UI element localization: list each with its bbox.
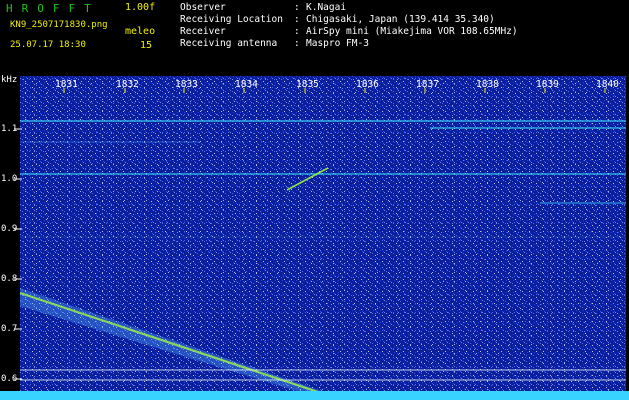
x-tick-label: 1837 xyxy=(416,79,439,90)
y-tick-label: 0.8 xyxy=(1,274,18,284)
spectrogram-overlay xyxy=(14,76,626,394)
x-tick-label: 1840 xyxy=(596,79,619,90)
x-tick-label: 1835 xyxy=(296,79,319,90)
bottom-signal-strip xyxy=(0,391,629,400)
y-tick-label: 1.0 xyxy=(1,174,18,184)
x-tick-label: 1832 xyxy=(116,79,139,90)
x-tick-label: 1839 xyxy=(536,79,559,90)
y-tick-label: 0.9 xyxy=(1,224,18,234)
y-axis-unit: kHz xyxy=(1,75,18,85)
x-tick-label: 1836 xyxy=(356,79,379,90)
x-tick-label: 1831 xyxy=(55,79,78,90)
y-tick-label: 0.7 xyxy=(1,324,18,334)
x-tick-label: 1838 xyxy=(476,79,499,90)
noise-layer-2 xyxy=(20,76,626,392)
y-tick-label: 0.6 xyxy=(1,374,18,384)
y-tick-label: 1.1 xyxy=(1,124,18,134)
x-tick-label: 1834 xyxy=(235,79,258,90)
x-tick-label: 1833 xyxy=(175,79,198,90)
